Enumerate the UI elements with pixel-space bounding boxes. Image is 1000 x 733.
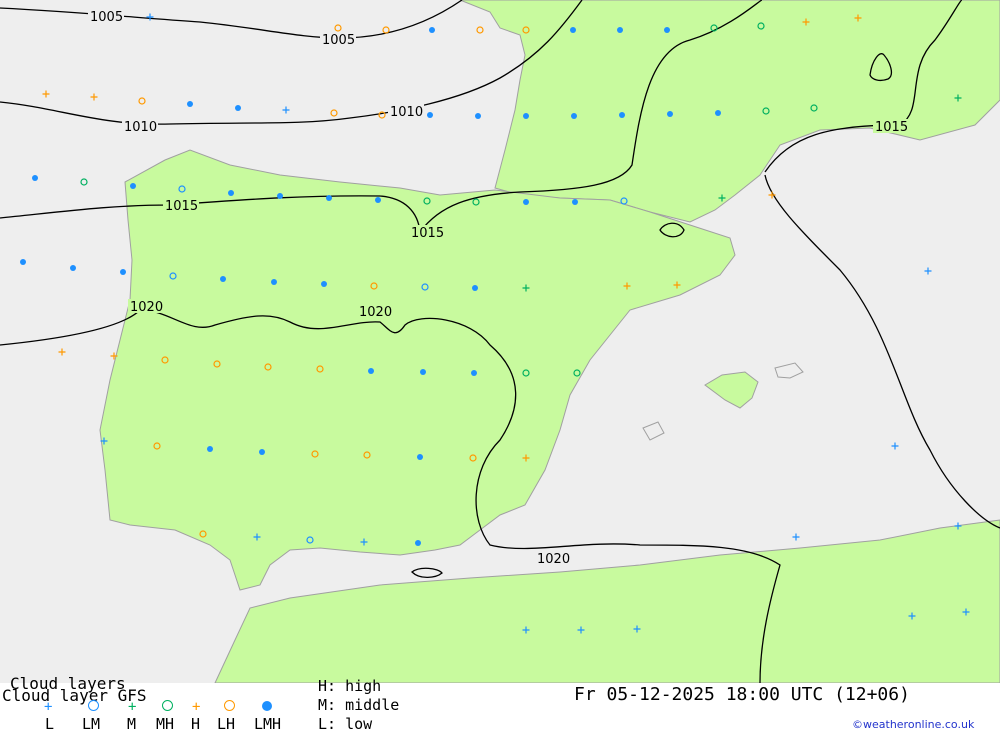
cloud-dot-icon bbox=[326, 195, 332, 201]
cloud-dot-icon bbox=[220, 276, 226, 282]
isobar-label: 1005 bbox=[90, 10, 123, 25]
isobar-label: 1015 bbox=[165, 199, 198, 214]
legend-label: LM bbox=[82, 715, 101, 733]
cloud-dot-icon bbox=[570, 27, 576, 33]
cloud-dot-icon bbox=[187, 101, 193, 107]
legend-symbol-lmh bbox=[262, 700, 272, 714]
cloud-dot-icon bbox=[667, 111, 673, 117]
cloud-dot-icon bbox=[471, 370, 477, 376]
legend-symbol-m: + bbox=[128, 699, 137, 715]
isobar-label: 1010 bbox=[390, 105, 423, 120]
cloud-dot-icon bbox=[20, 259, 26, 265]
cloud-dot-icon bbox=[475, 113, 481, 119]
isobar-label: 1015 bbox=[875, 120, 908, 135]
cloud-dot-icon bbox=[120, 269, 126, 275]
isobar-label: 1020 bbox=[130, 300, 163, 315]
cloud-dot-icon bbox=[572, 199, 578, 205]
legend-label: LH bbox=[217, 715, 236, 733]
map-canvas: 1005 1005 1010 1010 1015 1015 1015 1020 … bbox=[0, 0, 1000, 733]
legend-symbol-lh bbox=[224, 700, 235, 714]
key-middle: M: middle bbox=[318, 696, 400, 714]
cloud-dot-icon bbox=[523, 199, 529, 205]
legend-symbol-h: + bbox=[192, 699, 201, 715]
key-low: L: low bbox=[318, 715, 373, 733]
cloud-dot-icon bbox=[420, 369, 426, 375]
cloud-dot-icon bbox=[277, 193, 283, 199]
cloud-dot-icon bbox=[417, 454, 423, 460]
cloud-dot-icon bbox=[271, 279, 277, 285]
map-subtitle: Cloud layer GFS bbox=[2, 686, 147, 705]
isobar-label: 1015 bbox=[411, 226, 444, 241]
cloud-dot-icon bbox=[375, 197, 381, 203]
forecast-datetime: Fr 05-12-2025 18:00 UTC (12+06) bbox=[574, 684, 910, 705]
cloud-dot-icon bbox=[70, 265, 76, 271]
legend-label: M bbox=[127, 715, 137, 733]
cloud-dot-icon bbox=[472, 285, 478, 291]
cloud-dot-icon bbox=[228, 190, 234, 196]
cloud-dot-icon bbox=[571, 113, 577, 119]
cloud-dot-icon bbox=[617, 27, 623, 33]
cloud-dot-icon bbox=[664, 27, 670, 33]
legend-symbol-l: + bbox=[44, 699, 53, 715]
legend-label: L bbox=[45, 715, 55, 733]
isobar-label: 1005 bbox=[322, 33, 355, 48]
weather-map: 1005 1005 1010 1010 1015 1015 1015 1020 … bbox=[0, 0, 1000, 733]
cloud-dot-icon bbox=[259, 449, 265, 455]
cloud-dot-icon bbox=[715, 110, 721, 116]
cloud-dot-icon bbox=[523, 113, 529, 119]
cloud-dot-icon bbox=[32, 175, 38, 181]
legend-label: MH bbox=[156, 715, 175, 733]
copyright-link[interactable]: ©weatheronline.co.uk bbox=[852, 718, 974, 731]
cloud-dot-icon bbox=[427, 112, 433, 118]
legend-label: H bbox=[191, 715, 201, 733]
isobar-label: 1010 bbox=[124, 120, 157, 135]
cloud-dot-icon bbox=[130, 183, 136, 189]
isobar-label: 1020 bbox=[359, 305, 392, 320]
key-high: H: high bbox=[318, 677, 382, 695]
cloud-dot-icon bbox=[429, 27, 435, 33]
legend-symbol-lm bbox=[88, 700, 99, 714]
cloud-dot-icon bbox=[619, 112, 625, 118]
cloud-dot-icon bbox=[415, 540, 421, 546]
cloud-dot-icon bbox=[207, 446, 213, 452]
legend-symbol-mh bbox=[162, 700, 173, 714]
cloud-dot-icon bbox=[368, 368, 374, 374]
isobar-label: 1020 bbox=[537, 552, 570, 567]
legend-label: LMH bbox=[254, 715, 282, 733]
cloud-dot-icon bbox=[321, 281, 327, 287]
cloud-dot-icon bbox=[235, 105, 241, 111]
